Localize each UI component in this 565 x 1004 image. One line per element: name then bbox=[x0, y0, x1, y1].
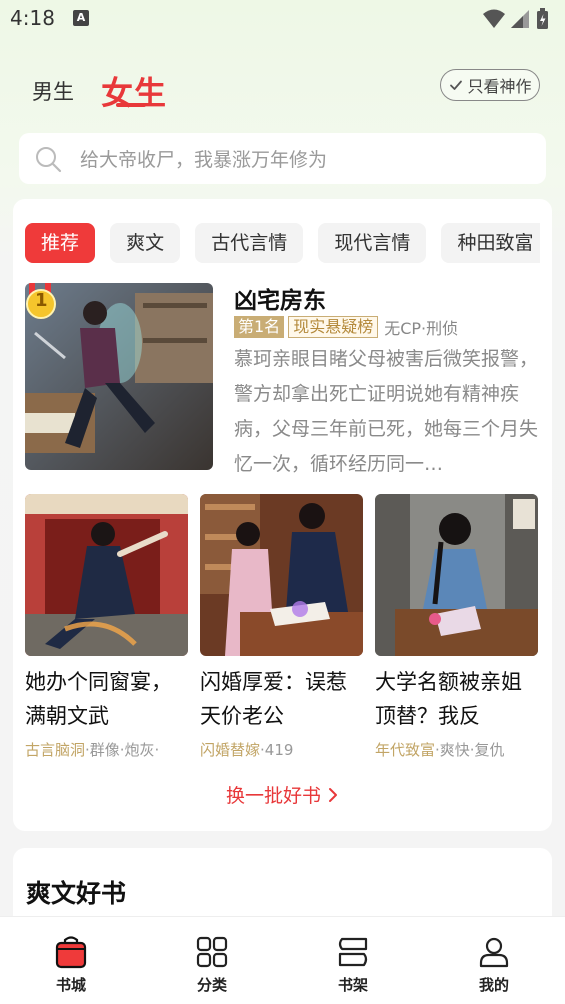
battery-icon bbox=[537, 8, 548, 29]
rank-number: 1 bbox=[35, 290, 48, 311]
refresh-books-button[interactable]: 换一批好书 bbox=[13, 781, 552, 808]
bottom-nav: 书城 分类 书架 我的 bbox=[0, 916, 565, 1004]
category-tab-ancient-romance[interactable]: 古代言情 bbox=[195, 223, 304, 263]
book-cover bbox=[200, 494, 363, 656]
active-tab-indicator bbox=[116, 103, 146, 107]
featured-book-title[interactable]: 凶宅房东 bbox=[234, 281, 326, 315]
book-main-tag: 年代致富 bbox=[375, 741, 436, 759]
category-tabs: 推荐 爽文 古代言情 现代言情 种田致富 bbox=[25, 223, 540, 263]
nav-item-profile[interactable]: 我的 bbox=[454, 935, 534, 995]
chevron-right-icon bbox=[329, 788, 338, 802]
status-time: 4:18 bbox=[10, 6, 55, 30]
book-sub-tags: ·爽快·复仇 bbox=[435, 741, 505, 759]
book-tags: 年代致富·爽快·复仇 bbox=[375, 739, 538, 760]
book-cover bbox=[375, 494, 538, 656]
book-tags: 闪婚替嫁·419 bbox=[200, 739, 363, 760]
checkmark-icon bbox=[450, 80, 463, 90]
refresh-books-label: 换一批好书 bbox=[225, 785, 321, 807]
book-sub-tags: ·群像·炮灰· bbox=[85, 741, 160, 759]
rank-list-tag[interactable]: 现实悬疑榜 bbox=[288, 316, 379, 338]
category-tab-shuangwen[interactable]: 爽文 bbox=[110, 223, 181, 263]
book-card[interactable]: 大学名额被亲姐顶替？我反 年代致富·爽快·复仇 bbox=[375, 494, 538, 760]
book-cover-image-3 bbox=[375, 494, 538, 656]
bookshelf-icon bbox=[338, 937, 368, 967]
book-cover bbox=[25, 494, 188, 656]
nav-item-bookshelf[interactable]: 书架 bbox=[313, 935, 393, 995]
featured-book-cover[interactable]: 1 bbox=[25, 283, 213, 470]
search-bar[interactable]: 给大帝收尸，我暴涨万年修为 bbox=[19, 133, 546, 184]
featured-rank-row: 第1名 现实悬疑榜 无CP·刑侦 bbox=[234, 315, 458, 339]
category-tab-modern-romance[interactable]: 现代言情 bbox=[318, 223, 427, 263]
nav-label-profile: 我的 bbox=[478, 976, 509, 994]
recommendation-card: 推荐 爽文 古代言情 现代言情 种田致富 1 凶宅房东 第1名 现实悬疑榜 无C… bbox=[13, 199, 552, 831]
book-title: 大学名额被亲姐顶替？我反 bbox=[375, 670, 522, 728]
signal-battery-icons bbox=[483, 8, 548, 29]
tab-female[interactable]: 女生 bbox=[101, 68, 167, 114]
search-input[interactable]: 给大帝收尸，我暴涨万年修为 bbox=[80, 145, 327, 172]
only-masterpieces-label: 只看神作 bbox=[467, 77, 532, 96]
notification-a-icon: A bbox=[73, 10, 89, 26]
category-tab-farming[interactable]: 种田致富 bbox=[441, 223, 540, 263]
featured-book-description[interactable]: 慕珂亲眼目睹父母被害后微笑报警，警方却拿出死亡证明说她有精神疾病，父母三年前已死… bbox=[234, 342, 540, 482]
book-card[interactable]: 闪婚厚爱：误惹天价老公 闪婚替嫁·419 bbox=[200, 494, 363, 760]
nav-item-category[interactable]: 分类 bbox=[172, 935, 252, 995]
only-masterpieces-toggle[interactable]: 只看神作 bbox=[440, 69, 540, 101]
tab-male[interactable]: 男生 bbox=[32, 76, 74, 106]
status-bar: 4:18 A bbox=[0, 0, 565, 38]
section-title: 爽文好书 bbox=[26, 879, 127, 908]
book-title: 她办个同窗宴，满朝文武 bbox=[25, 670, 172, 728]
nav-label-bookstore: 书城 bbox=[55, 976, 86, 994]
search-icon bbox=[36, 146, 62, 172]
book-main-tag: 闪婚替嫁 bbox=[200, 741, 261, 759]
nav-label-category: 分类 bbox=[196, 976, 227, 994]
book-card[interactable]: 她办个同窗宴，满朝文武 古言脑洞·群像·炮灰· bbox=[25, 494, 188, 760]
book-main-tag: 古言脑洞 bbox=[25, 741, 86, 759]
category-tab-recommend[interactable]: 推荐 bbox=[25, 223, 96, 263]
book-cover-image-2 bbox=[200, 494, 363, 656]
rank-badge: 第1名 bbox=[234, 316, 285, 338]
wifi-icon bbox=[483, 9, 505, 28]
cell-signal-icon bbox=[511, 10, 529, 28]
bookstore-bag-icon bbox=[55, 936, 87, 969]
book-cover-image-1 bbox=[25, 494, 188, 656]
grid-icon bbox=[196, 936, 228, 968]
book-tags: 古言脑洞·群像·炮灰· bbox=[25, 739, 188, 760]
nav-label-bookshelf: 书架 bbox=[337, 976, 368, 994]
person-icon bbox=[479, 937, 509, 968]
book-title: 闪婚厚爱：误惹天价老公 bbox=[200, 670, 347, 728]
book-sub-tags: ·419 bbox=[260, 741, 294, 759]
nav-item-bookstore[interactable]: 书城 bbox=[31, 935, 111, 995]
featured-book-meta: 无CP·刑侦 bbox=[384, 319, 459, 338]
